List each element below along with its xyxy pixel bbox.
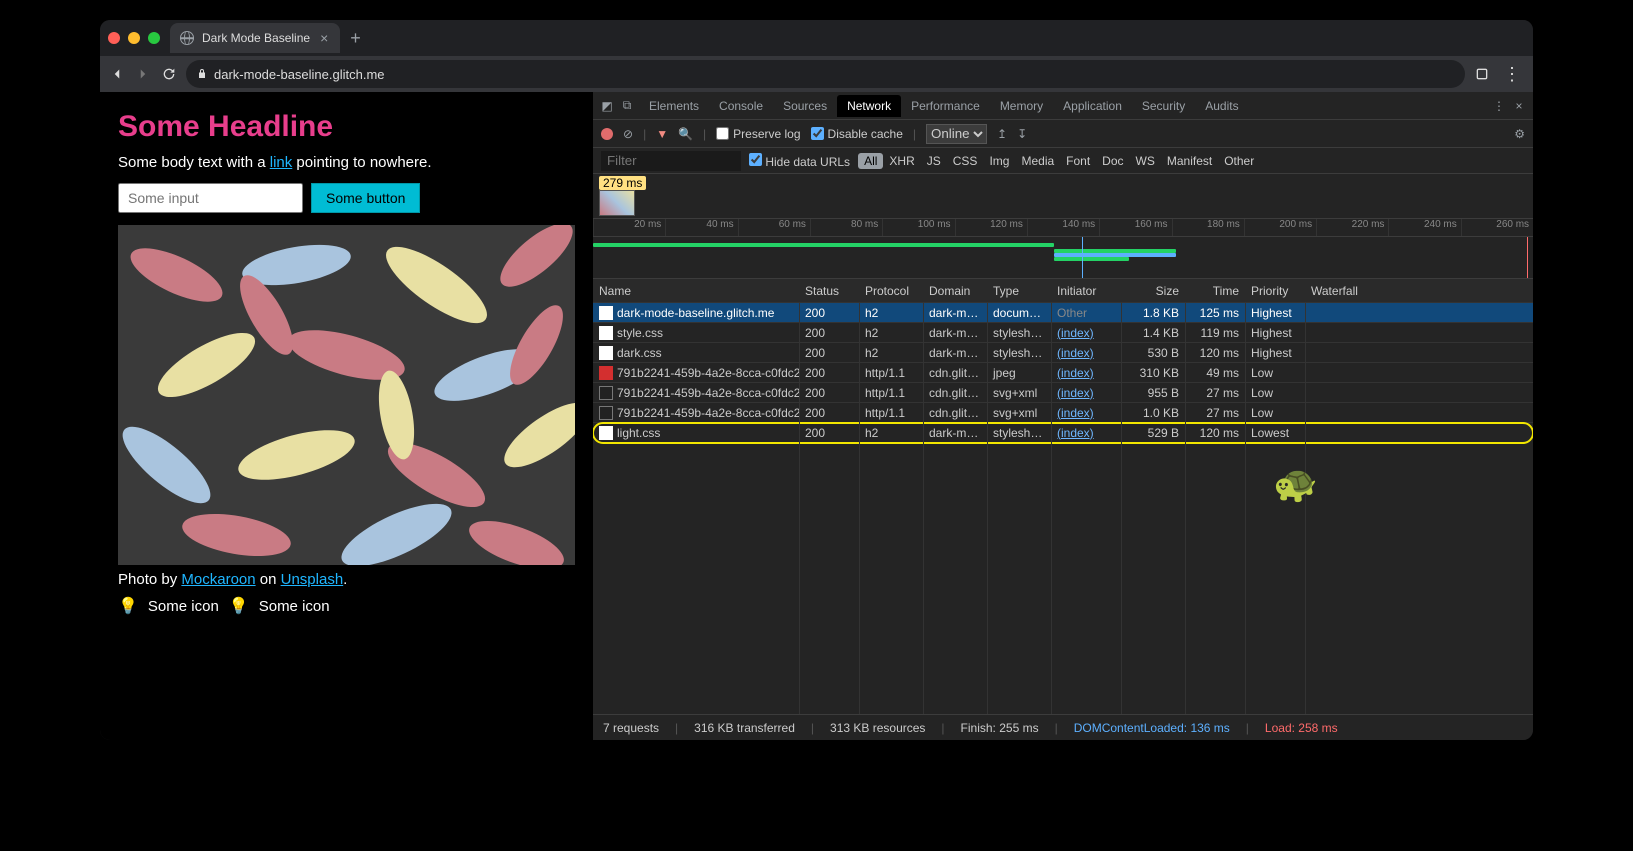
bulb-icon: 💡 [229,596,249,616]
record-button[interactable] [601,128,613,140]
panel-tab-network[interactable]: Network [837,95,901,117]
close-devtools[interactable]: × [1511,98,1527,114]
browser-menu[interactable]: ⋮ [1499,64,1525,85]
network-table: Name Status Protocol Domain Type Initiat… [593,279,1533,714]
url-text: dark-mode-baseline.glitch.me [214,67,385,82]
panel-tab-performance[interactable]: Performance [901,95,990,117]
hide-data-urls[interactable]: Hide data URLs [749,153,850,169]
network-footer: 7 requests | 316 KB transferred | 313 KB… [593,714,1533,740]
device-icon[interactable]: ⧉ [619,98,635,114]
new-tab-button[interactable]: + [350,28,361,49]
upload-icon[interactable]: ↥ [997,127,1007,141]
icon-label-2: Some icon [259,598,330,615]
search-icon[interactable]: 🔍 [678,127,693,141]
table-row[interactable]: dark.css200h2dark-mo…stylesheet(index)53… [593,343,1533,363]
download-icon[interactable]: ↧ [1017,127,1027,141]
panel-tab-memory[interactable]: Memory [990,95,1053,117]
extension-icon[interactable] [1473,65,1491,83]
overview-thumbnail [599,190,635,216]
devtools: ◩ ⧉ ElementsConsoleSourcesNetworkPerform… [593,92,1533,740]
table-row[interactable]: 791b2241-459b-4a2e-8cca-c0fdc2…200http/1… [593,363,1533,383]
back-button[interactable] [108,65,126,83]
preserve-log[interactable]: Preserve log [716,127,800,141]
demo-button[interactable]: Some button [311,183,420,213]
footer-load: Load: 258 ms [1265,721,1338,735]
table-row[interactable]: light.css200h2dark-mo…stylesheet(index)5… [593,423,1533,443]
type-filter-all[interactable]: All [858,153,883,169]
turtle-emoji: 🐢 [1273,463,1318,505]
caption-author-link[interactable]: Mockaroon [181,571,255,588]
type-filter-font[interactable]: Font [1060,153,1096,169]
footer-dcl: DOMContentLoaded: 136 ms [1074,721,1230,735]
bulb-icon: 💡 [118,596,138,616]
caption: Photo by Mockaroon on Unsplash. [118,571,575,588]
icon-label-1: Some icon [148,598,219,615]
browser-window: Dark Mode Baseline × + dark-mode-baselin… [100,20,1533,740]
panel-tab-audits[interactable]: Audits [1195,95,1248,117]
close-tab-icon[interactable]: × [318,30,330,46]
timeline-bars [593,237,1533,279]
type-filter-ws[interactable]: WS [1130,153,1161,169]
forward-button[interactable] [134,65,152,83]
page-content: Some Headline Some body text with a link… [100,92,593,740]
footer-resources: 313 KB resources [830,721,925,735]
footer-transferred: 316 KB transferred [694,721,795,735]
browser-toolbar: dark-mode-baseline.glitch.me ⋮ [100,56,1533,92]
devtools-tabs: ◩ ⧉ ElementsConsoleSourcesNetworkPerform… [593,92,1533,120]
panel-tab-elements[interactable]: Elements [639,95,709,117]
disable-cache[interactable]: Disable cache [811,127,903,141]
type-filter-js[interactable]: JS [921,153,947,169]
tab-title: Dark Mode Baseline [202,31,310,45]
type-filter-doc[interactable]: Doc [1096,153,1129,169]
tab-strip: Dark Mode Baseline × + [100,20,1533,56]
maximize-window[interactable] [148,32,160,44]
icons-row: 💡 Some icon 💡 Some icon [118,596,575,616]
type-filter-img[interactable]: Img [983,153,1015,169]
window-controls [108,32,160,44]
inspect-icon[interactable]: ◩ [599,98,615,114]
browser-tab[interactable]: Dark Mode Baseline × [170,23,340,53]
type-filter-media[interactable]: Media [1015,153,1060,169]
address-bar[interactable]: dark-mode-baseline.glitch.me [186,60,1465,88]
table-row[interactable]: 791b2241-459b-4a2e-8cca-c0fdc2…200http/1… [593,383,1533,403]
caption-site-link[interactable]: Unsplash [281,571,344,588]
page-body: Some body text with a link pointing to n… [118,154,575,171]
demo-input[interactable] [118,183,303,213]
network-toolbar: ⊘ | ▼ 🔍 | Preserve log Disable cache | O… [593,120,1533,148]
type-filter-css[interactable]: CSS [947,153,984,169]
table-row[interactable]: dark-mode-baseline.glitch.me200h2dark-mo… [593,303,1533,323]
overview-strip[interactable]: 279 ms [593,174,1533,219]
panel-tab-console[interactable]: Console [709,95,773,117]
table-header: Name Status Protocol Domain Type Initiat… [593,279,1533,303]
minimize-window[interactable] [128,32,140,44]
table-row[interactable]: style.css200h2dark-mo…stylesheet(index)1… [593,323,1533,343]
lock-icon [196,68,208,80]
devtools-menu[interactable]: ⋮ [1491,98,1507,114]
close-window[interactable] [108,32,120,44]
reload-button[interactable] [160,65,178,83]
settings-icon[interactable]: ⚙ [1514,127,1525,141]
filter-bar: Hide data URLs AllXHRJSCSSImgMediaFontDo… [593,148,1533,174]
hero-image [118,225,575,565]
type-filter-manifest[interactable]: Manifest [1161,153,1218,169]
filter-input[interactable] [601,151,741,171]
panel-tab-security[interactable]: Security [1132,95,1195,117]
time-ruler: 20 ms40 ms60 ms80 ms100 ms120 ms140 ms16… [593,219,1533,237]
table-row[interactable]: 791b2241-459b-4a2e-8cca-c0fdc2…200http/1… [593,403,1533,423]
page-headline: Some Headline [118,110,575,144]
panel-tab-application[interactable]: Application [1053,95,1132,117]
filter-icon[interactable]: ▼ [656,127,668,141]
clear-button[interactable]: ⊘ [623,127,633,141]
type-filter-other[interactable]: Other [1218,153,1260,169]
overview-badge: 279 ms [599,176,646,190]
throttle-select[interactable]: Online [926,124,987,144]
footer-finish: Finish: 255 ms [961,721,1039,735]
type-filter-xhr[interactable]: XHR [883,153,920,169]
globe-icon [180,31,194,45]
body-link[interactable]: link [270,154,293,171]
panel-tab-sources[interactable]: Sources [773,95,837,117]
footer-requests: 7 requests [603,721,659,735]
